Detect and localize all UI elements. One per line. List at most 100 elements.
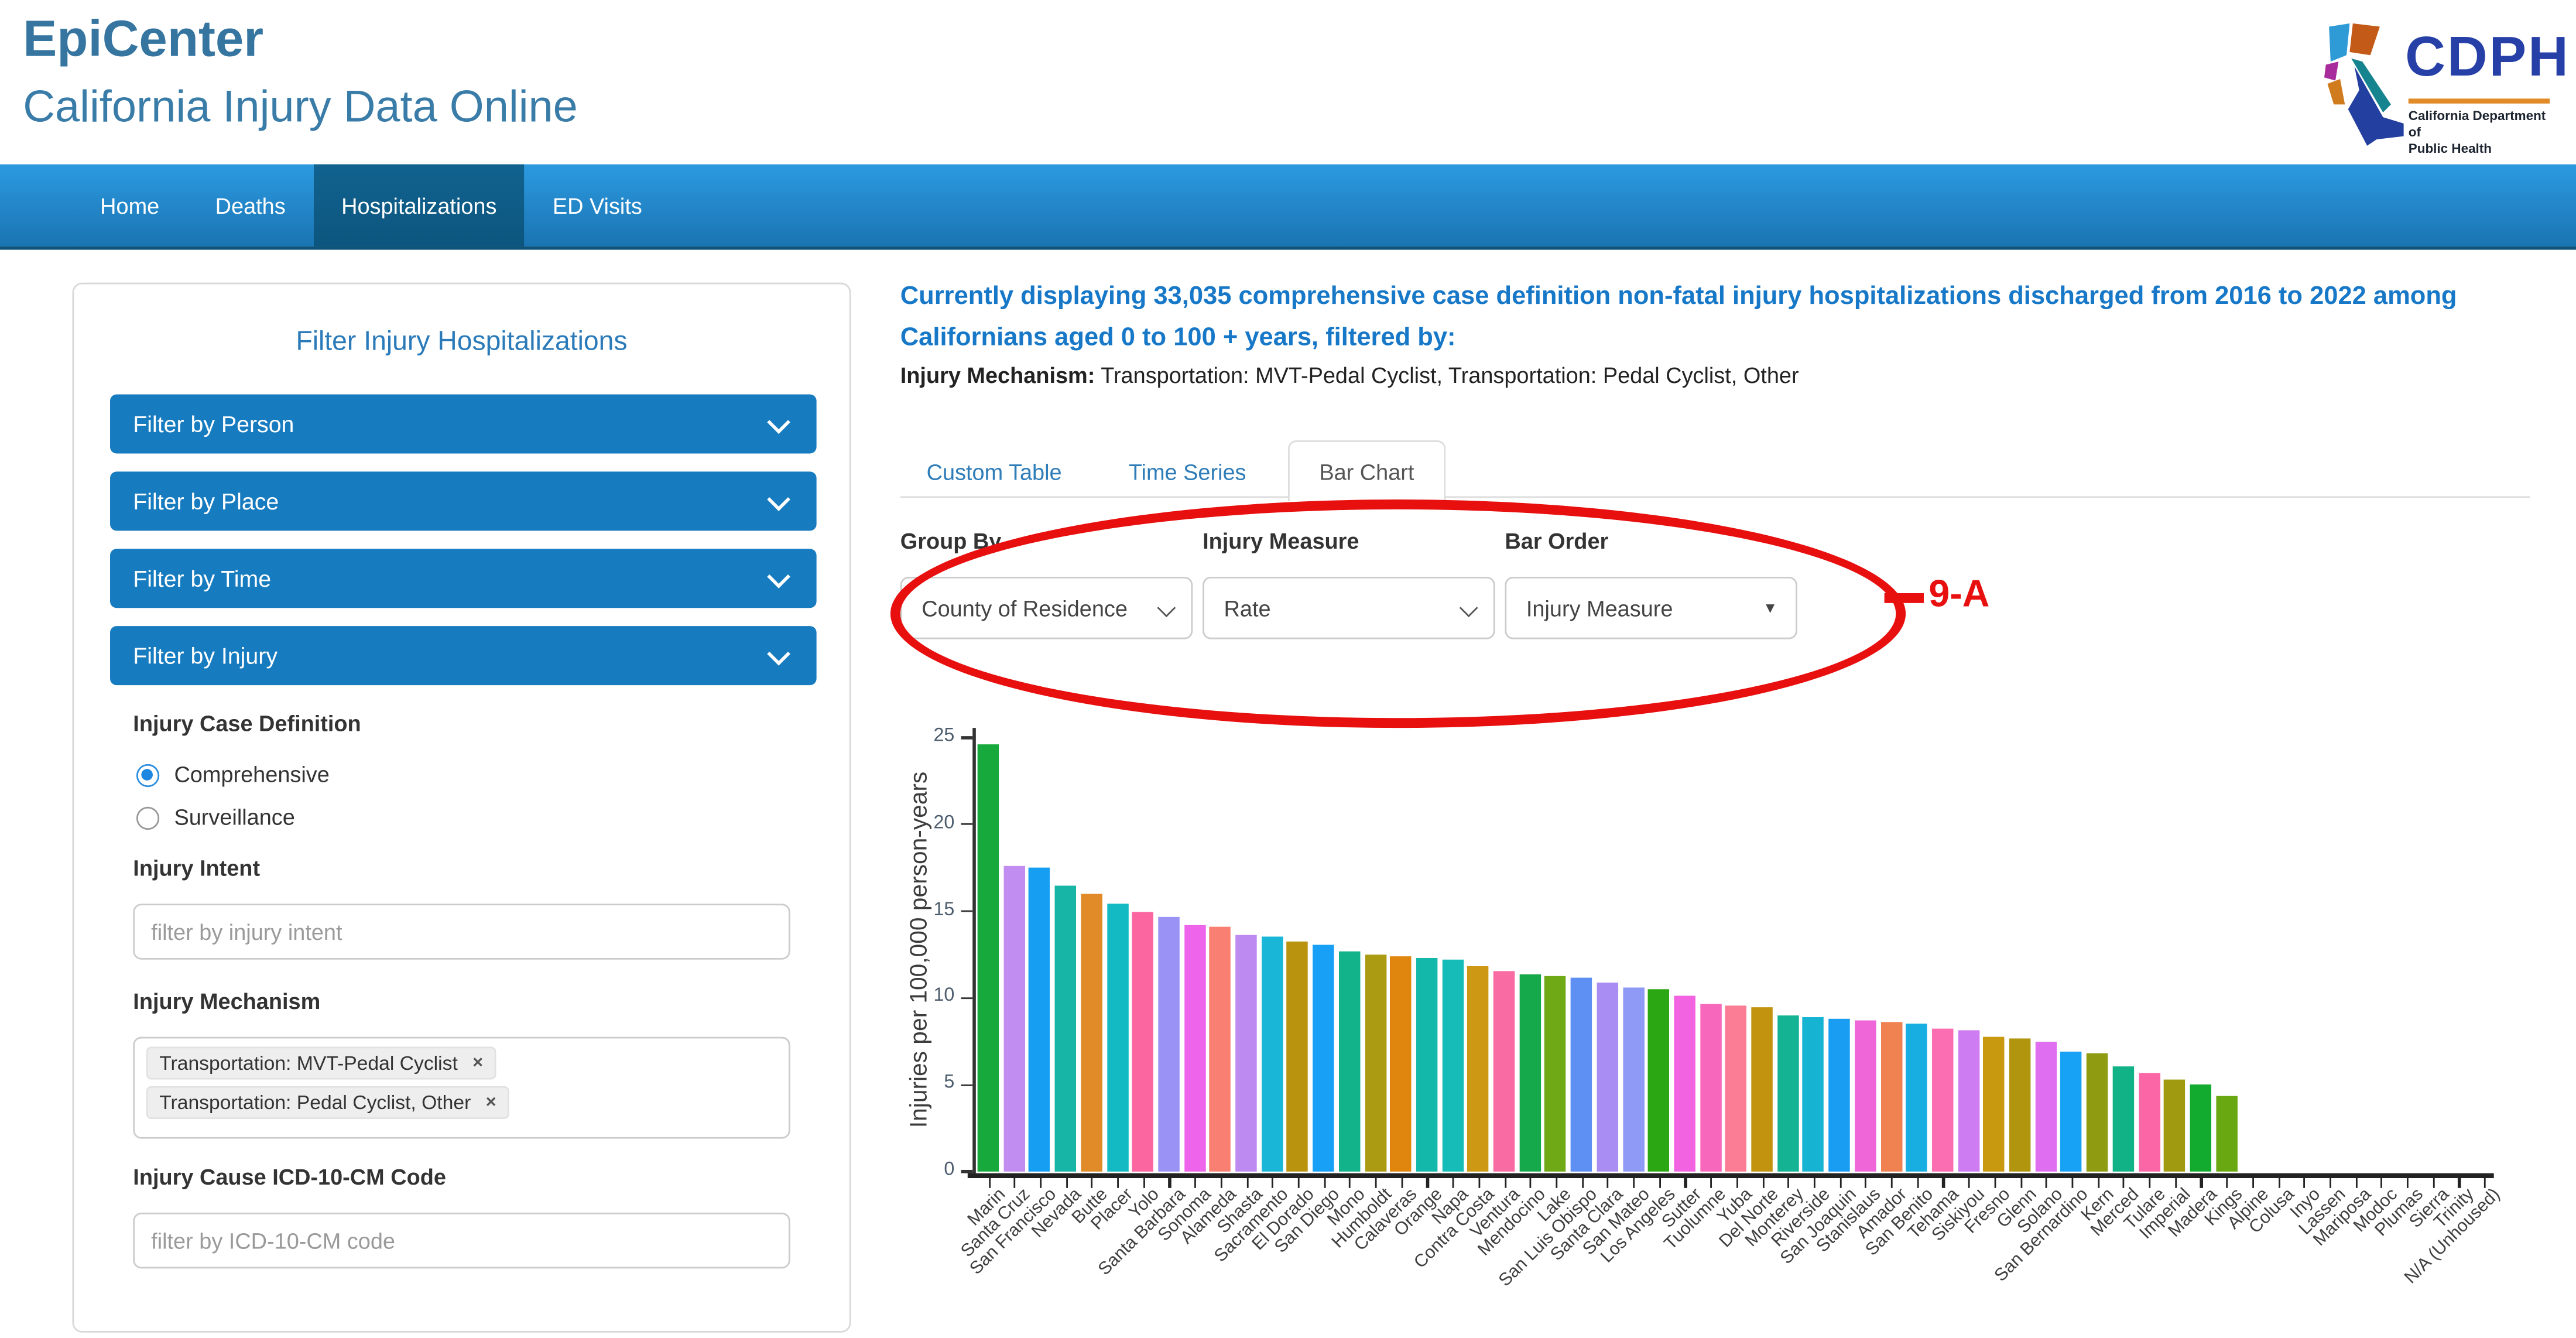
bar-San Joaquin[interactable] [1828,1019,1849,1172]
bar-Sacramento[interactable] [1261,937,1282,1172]
bar-Sutter[interactable] [1674,996,1695,1171]
x-tick [1091,1176,1093,1188]
bar-Marin[interactable] [978,745,999,1172]
x-tick [1040,1176,1042,1188]
bar-Butte[interactable] [1081,894,1102,1172]
bar-Monterey[interactable] [1777,1015,1798,1172]
bar-Yolo[interactable] [1132,911,1153,1171]
bar-Stanislaus[interactable] [1855,1021,1876,1172]
bar-Imperial[interactable] [2164,1080,2185,1172]
bar-Santa Clara[interactable] [1597,983,1618,1172]
x-tick [1246,1176,1248,1188]
x-tick [2071,1176,2073,1188]
bar-San Benito[interactable] [1906,1024,1927,1172]
bar-San Diego[interactable] [1313,945,1334,1172]
bar-Fresno[interactable] [1984,1036,2005,1172]
annotation-line [1885,593,1924,603]
page: EpiCenter California Injury Data Online … [0,0,2576,1338]
x-tick [1994,1176,1996,1188]
y-tick-label: 10 [905,987,954,1007]
x-tick [2407,1176,2409,1188]
bar-Glenn[interactable] [2009,1038,2030,1172]
bar-Ventura[interactable] [1493,970,1515,1172]
x-tick [2226,1176,2228,1188]
x-tick [2458,1176,2460,1188]
x-tick [1736,1176,1738,1188]
x-tick [1169,1176,1170,1188]
y-tick [961,1171,973,1173]
x-tick [2433,1176,2434,1188]
y-tick [961,910,973,912]
bar-Humboldt[interactable] [1364,954,1385,1171]
bar-San Francisco[interactable] [1029,868,1050,1172]
bar-Lake[interactable] [1545,976,1566,1172]
bar-Los Angeles[interactable] [1648,990,1669,1172]
bar-Alameda[interactable] [1210,927,1231,1172]
bar-Tuolumne[interactable] [1700,1003,1721,1171]
y-axis-line [972,728,975,1173]
y-tick [961,997,973,999]
bar-Mono[interactable] [1338,951,1359,1171]
bar-Solano[interactable] [2035,1042,2056,1172]
bar-Orange[interactable] [1416,958,1437,1171]
bar-Nevada[interactable] [1055,885,1076,1172]
bar-Madera[interactable] [2190,1085,2211,1172]
x-tick [2174,1176,2176,1188]
x-tick [1220,1176,1222,1188]
bar-Sonoma[interactable] [1184,925,1205,1172]
x-tick [1581,1176,1583,1188]
x-tick [2097,1176,2099,1188]
bar-Siskiyou[interactable] [1958,1031,1979,1172]
x-tick [2304,1176,2306,1188]
bar-Kings[interactable] [2215,1095,2236,1171]
x-tick [2200,1176,2202,1188]
x-tick [1298,1176,1300,1188]
x-tick [1014,1176,1016,1188]
x-tick [1478,1176,1480,1188]
y-tick [961,1084,973,1086]
x-tick [1272,1176,1273,1188]
bar-San Bernardino[interactable] [2061,1052,2082,1171]
bar-Amador[interactable] [1880,1022,1902,1172]
bar-Riverside[interactable] [1803,1017,1824,1172]
x-tick [1684,1176,1686,1188]
y-tick [961,737,973,739]
bar-Del Norte[interactable] [1751,1007,1772,1171]
x-tick [2355,1176,2357,1188]
bar-Shasta[interactable] [1235,936,1256,1172]
bar-Calaveras[interactable] [1390,956,1412,1171]
bar-San Luis Obispo[interactable] [1571,977,1592,1172]
bar-Contra Costa[interactable] [1468,967,1489,1172]
bar-Placer[interactable] [1107,904,1128,1171]
x-tick [1117,1176,1119,1188]
bar-Santa Cruz[interactable] [1003,866,1025,1171]
bar-Santa Barbara[interactable] [1158,916,1179,1172]
bar-Napa[interactable] [1442,960,1463,1172]
x-tick [2149,1176,2150,1188]
x-tick [2046,1176,2047,1188]
x-tick [1324,1176,1325,1188]
x-tick [1349,1176,1351,1188]
x-tick [1917,1176,1919,1188]
x-tick [1504,1176,1506,1188]
bar-El Dorado[interactable] [1287,941,1308,1172]
bar-Merced[interactable] [2112,1066,2133,1172]
bar-San Mateo[interactable] [1622,988,1643,1172]
bar-Mendocino[interactable] [1519,974,1540,1172]
y-tick-label: 0 [905,1160,954,1180]
x-tick [1633,1176,1635,1188]
x-tick [2123,1176,2125,1188]
bar-Tulare[interactable] [2138,1073,2159,1172]
x-axis-line [968,1173,2494,1178]
bar-Kern[interactable] [2087,1053,2108,1171]
tab-bar-chart[interactable]: Bar Chart [1288,440,1445,501]
annotation-label: 9-A [1928,572,1989,617]
x-tick [2381,1176,2383,1188]
x-tick [1556,1176,1557,1188]
bar-Tehama[interactable] [1932,1029,1953,1172]
bar-Yuba[interactable] [1725,1005,1746,1171]
x-tick [1066,1176,1067,1188]
x-tick [1143,1176,1145,1188]
x-tick [1814,1176,1815,1188]
bar-chart: Injuries per 100,000 person-years 051015… [0,0,2576,1337]
